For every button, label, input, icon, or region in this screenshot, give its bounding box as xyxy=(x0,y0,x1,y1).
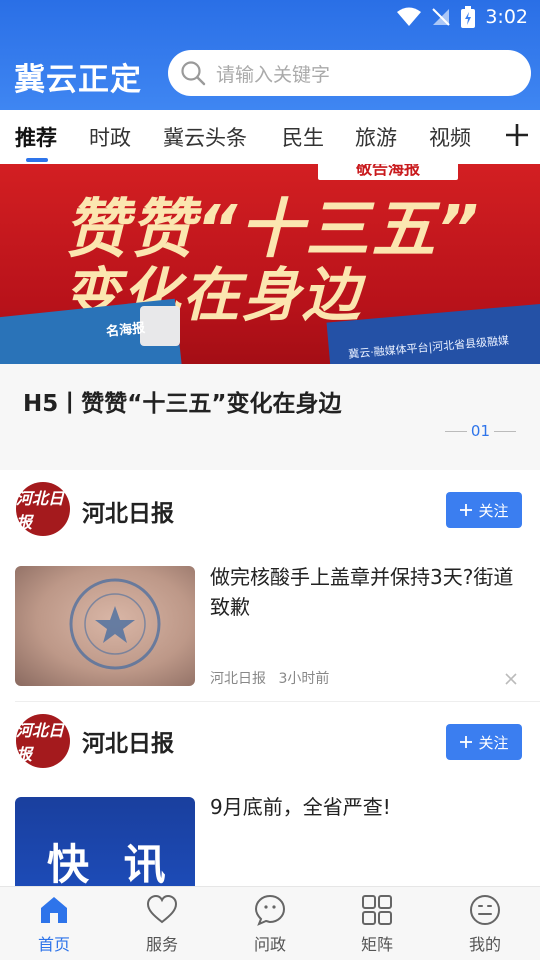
news-feed: 河北日报 河北日报 关注 做完核酸手上盖章并保持3天?街道致歉 河北日报 3小时… xyxy=(0,470,540,886)
plus-icon xyxy=(460,504,473,516)
dismiss-icon[interactable] xyxy=(504,672,518,686)
battery-charging-icon xyxy=(461,6,476,28)
status-icons: 3:02 xyxy=(397,6,528,28)
add-tab-icon[interactable] xyxy=(502,120,532,150)
follow-button[interactable]: 关注 xyxy=(446,492,522,528)
tab-travel[interactable]: 旅游 xyxy=(355,122,397,152)
nav-label: 服务 xyxy=(145,935,178,954)
follow-button[interactable]: 关注 xyxy=(446,724,522,760)
chat-icon xyxy=(254,894,286,926)
app-screen: 3:02 冀云正定 请输入关键字 推荐 时政 冀云头条 民生 旅游 视频 敬告海… xyxy=(0,0,540,960)
article-time: 3小时前 xyxy=(278,671,330,687)
feed-divider xyxy=(15,701,540,702)
banner-card-phone xyxy=(140,306,180,346)
headline-title: H5丨赞赞“十三五”变化在身边 xyxy=(23,391,342,417)
avatar[interactable]: 河北日报 xyxy=(16,482,70,536)
tab-livelihood[interactable]: 民生 xyxy=(282,122,324,152)
pager-line-left xyxy=(444,430,467,432)
signal-off-icon xyxy=(432,8,451,26)
banner-carousel[interactable]: 敬告海报 赞赞“十三五” 变化在身边 名海报 冀云·融媒体平台|河北省县级融媒 xyxy=(0,164,540,364)
nav-service[interactable]: 服务 xyxy=(122,893,202,955)
thumbnail-text: 快 讯 xyxy=(47,840,176,886)
nav-label: 问政 xyxy=(253,935,286,954)
nav-label: 矩阵 xyxy=(360,935,393,954)
heart-icon xyxy=(146,894,178,924)
pager-number: 01 xyxy=(470,422,490,440)
search-icon xyxy=(181,61,206,86)
source-name[interactable]: 河北日报 xyxy=(82,724,174,758)
follow-label: 关注 xyxy=(478,501,509,520)
nav-matrix[interactable]: 矩阵 xyxy=(337,893,417,955)
grid-icon xyxy=(362,895,392,925)
wifi-icon xyxy=(397,7,422,26)
nav-label: 首页 xyxy=(37,935,70,954)
source-row: 河北日报 河北日报 关注 xyxy=(0,714,540,774)
active-tab-indicator xyxy=(26,158,48,162)
article-meta: 河北日报 3小时前 xyxy=(210,668,329,688)
article-title[interactable]: 9月底前，全省严查! xyxy=(210,792,520,822)
source-row: 河北日报 河北日报 关注 xyxy=(0,482,540,542)
search-input[interactable]: 请输入关键字 xyxy=(168,50,531,96)
source-name[interactable]: 河北日报 xyxy=(82,494,174,528)
banner-caption[interactable]: H5丨赞赞“十三五”变化在身边 01 xyxy=(0,364,540,470)
article-thumbnail[interactable] xyxy=(15,566,195,686)
bottom-navigation: 首页 服务 问政 矩阵 我的 xyxy=(0,886,540,960)
follow-label: 关注 xyxy=(478,733,509,752)
tab-recommend[interactable]: 推荐 xyxy=(15,122,57,152)
app-brand: 冀云正定 xyxy=(14,62,142,98)
banner-pager: 01 xyxy=(444,422,516,440)
status-time: 3:02 xyxy=(485,6,528,28)
status-bar: 3:02 xyxy=(0,0,540,36)
article-thumbnail[interactable]: 快 讯 xyxy=(15,797,195,886)
tab-headlines[interactable]: 冀云头条 xyxy=(163,122,247,152)
plus-icon xyxy=(460,736,473,748)
nav-inquiry[interactable]: 问政 xyxy=(230,893,310,955)
category-tabs: 推荐 时政 冀云头条 民生 旅游 视频 xyxy=(0,110,540,164)
stamp-image xyxy=(69,578,161,670)
profile-icon xyxy=(470,895,500,925)
home-icon xyxy=(41,897,67,923)
avatar[interactable]: 河北日报 xyxy=(16,714,70,768)
article-source: 河北日报 xyxy=(210,671,266,687)
nav-home[interactable]: 首页 xyxy=(14,893,94,955)
tab-video[interactable]: 视频 xyxy=(429,122,471,152)
article-title[interactable]: 做完核酸手上盖章并保持3天?街道致歉 xyxy=(210,562,520,622)
nav-label: 我的 xyxy=(468,935,501,954)
nav-profile[interactable]: 我的 xyxy=(445,893,525,955)
top-header: 3:02 冀云正定 请输入关键字 xyxy=(0,0,540,110)
tab-politics[interactable]: 时政 xyxy=(89,122,131,152)
search-placeholder: 请输入关键字 xyxy=(216,63,331,86)
banner-card-left-text: 名海报 xyxy=(105,320,146,340)
pager-line-right xyxy=(494,430,516,432)
